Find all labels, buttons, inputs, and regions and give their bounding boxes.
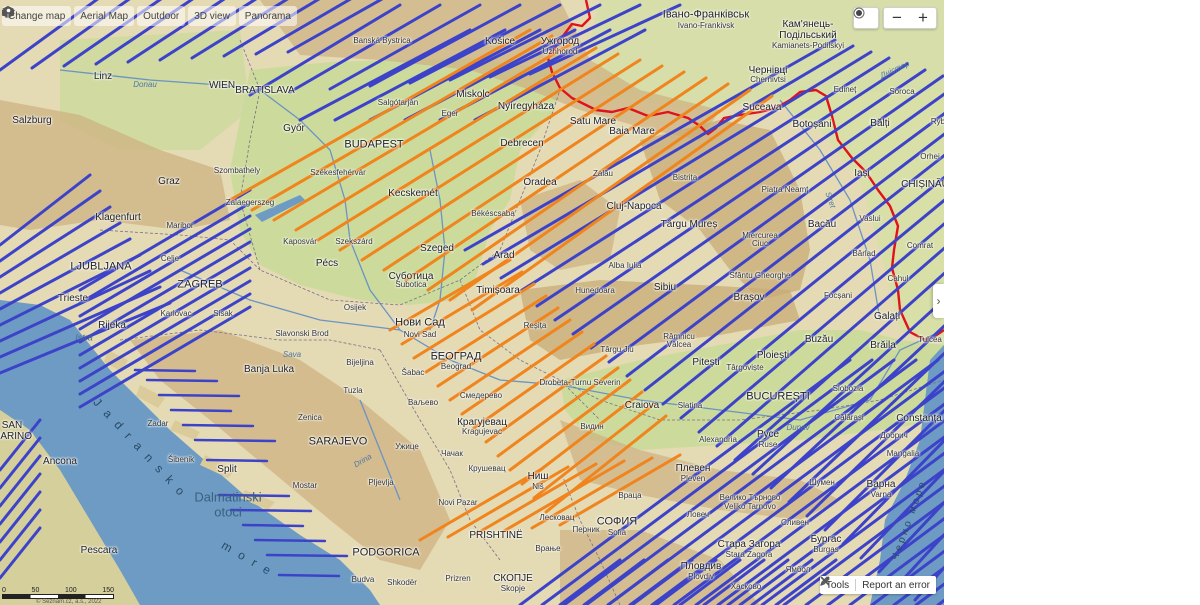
blue-hatch-line bbox=[253, 538, 327, 543]
3d-view-label: 3D view bbox=[194, 10, 230, 22]
scale-tick: 150 bbox=[102, 587, 114, 594]
chevron-right-icon: › bbox=[936, 294, 941, 308]
report-error-label: Report an error bbox=[862, 579, 930, 591]
outdoor-label: Outdoor bbox=[143, 10, 180, 22]
aerial-map-label: Aerial Map bbox=[80, 10, 129, 22]
map-graphics bbox=[0, 0, 944, 605]
eye-icon bbox=[2, 7, 15, 14]
blue-hatch-line bbox=[229, 508, 313, 513]
locate-button[interactable] bbox=[853, 7, 879, 29]
blue-hatch-line bbox=[181, 423, 255, 428]
blue-hatch-line bbox=[265, 553, 349, 558]
aerial-map-button[interactable]: Aerial Map bbox=[2, 6, 135, 26]
blue-hatch-line bbox=[133, 368, 197, 373]
scale-tick: 100 bbox=[64, 587, 77, 594]
blue-hatch-line bbox=[193, 438, 277, 443]
scale-tick: 50 bbox=[31, 587, 40, 594]
blue-hatch-line bbox=[205, 458, 269, 463]
map-toolbar: Change map Aerial Map Outdoor 3D view Pa… bbox=[2, 6, 297, 26]
blue-hatch-line bbox=[277, 573, 341, 578]
outdoor-button[interactable]: Outdoor bbox=[2, 6, 186, 26]
zoom-in-button[interactable]: + bbox=[910, 8, 936, 28]
blue-hatch-line bbox=[217, 493, 291, 498]
scale-bar: 0 50 100 150 bbox=[2, 587, 114, 599]
map-controls: − + bbox=[853, 7, 937, 29]
map-canvas[interactable]: Івано-Франківськ Ivano-Frankivsk Кам'яне… bbox=[0, 0, 944, 605]
attribution: © Seznam.cz, a.s., 2022 bbox=[36, 599, 102, 605]
3d-view-button[interactable]: 3D view bbox=[2, 6, 236, 26]
target-icon bbox=[853, 7, 865, 19]
change-map-label: Change map bbox=[8, 10, 66, 22]
panorama-button[interactable]: Panorama bbox=[2, 6, 297, 26]
scale-ticks: 0 50 100 150 bbox=[2, 587, 114, 594]
bottom-toolbar: Tools Report an error bbox=[819, 576, 936, 594]
zoom-out-button[interactable]: − bbox=[884, 8, 910, 28]
panorama-label: Panorama bbox=[244, 10, 291, 22]
side-panel-toggle[interactable]: › bbox=[933, 284, 944, 318]
scale-tick: 0 bbox=[2, 587, 6, 594]
blank-side-area bbox=[944, 0, 1200, 605]
pencil-icon bbox=[819, 576, 830, 586]
blue-hatch-line bbox=[145, 378, 219, 383]
report-error-button[interactable]: Report an error bbox=[819, 576, 936, 594]
blue-hatch-line bbox=[169, 408, 233, 413]
blue-hatch-line bbox=[241, 523, 305, 528]
zoom-group: − + bbox=[883, 7, 937, 29]
blue-hatch-line bbox=[157, 393, 241, 398]
